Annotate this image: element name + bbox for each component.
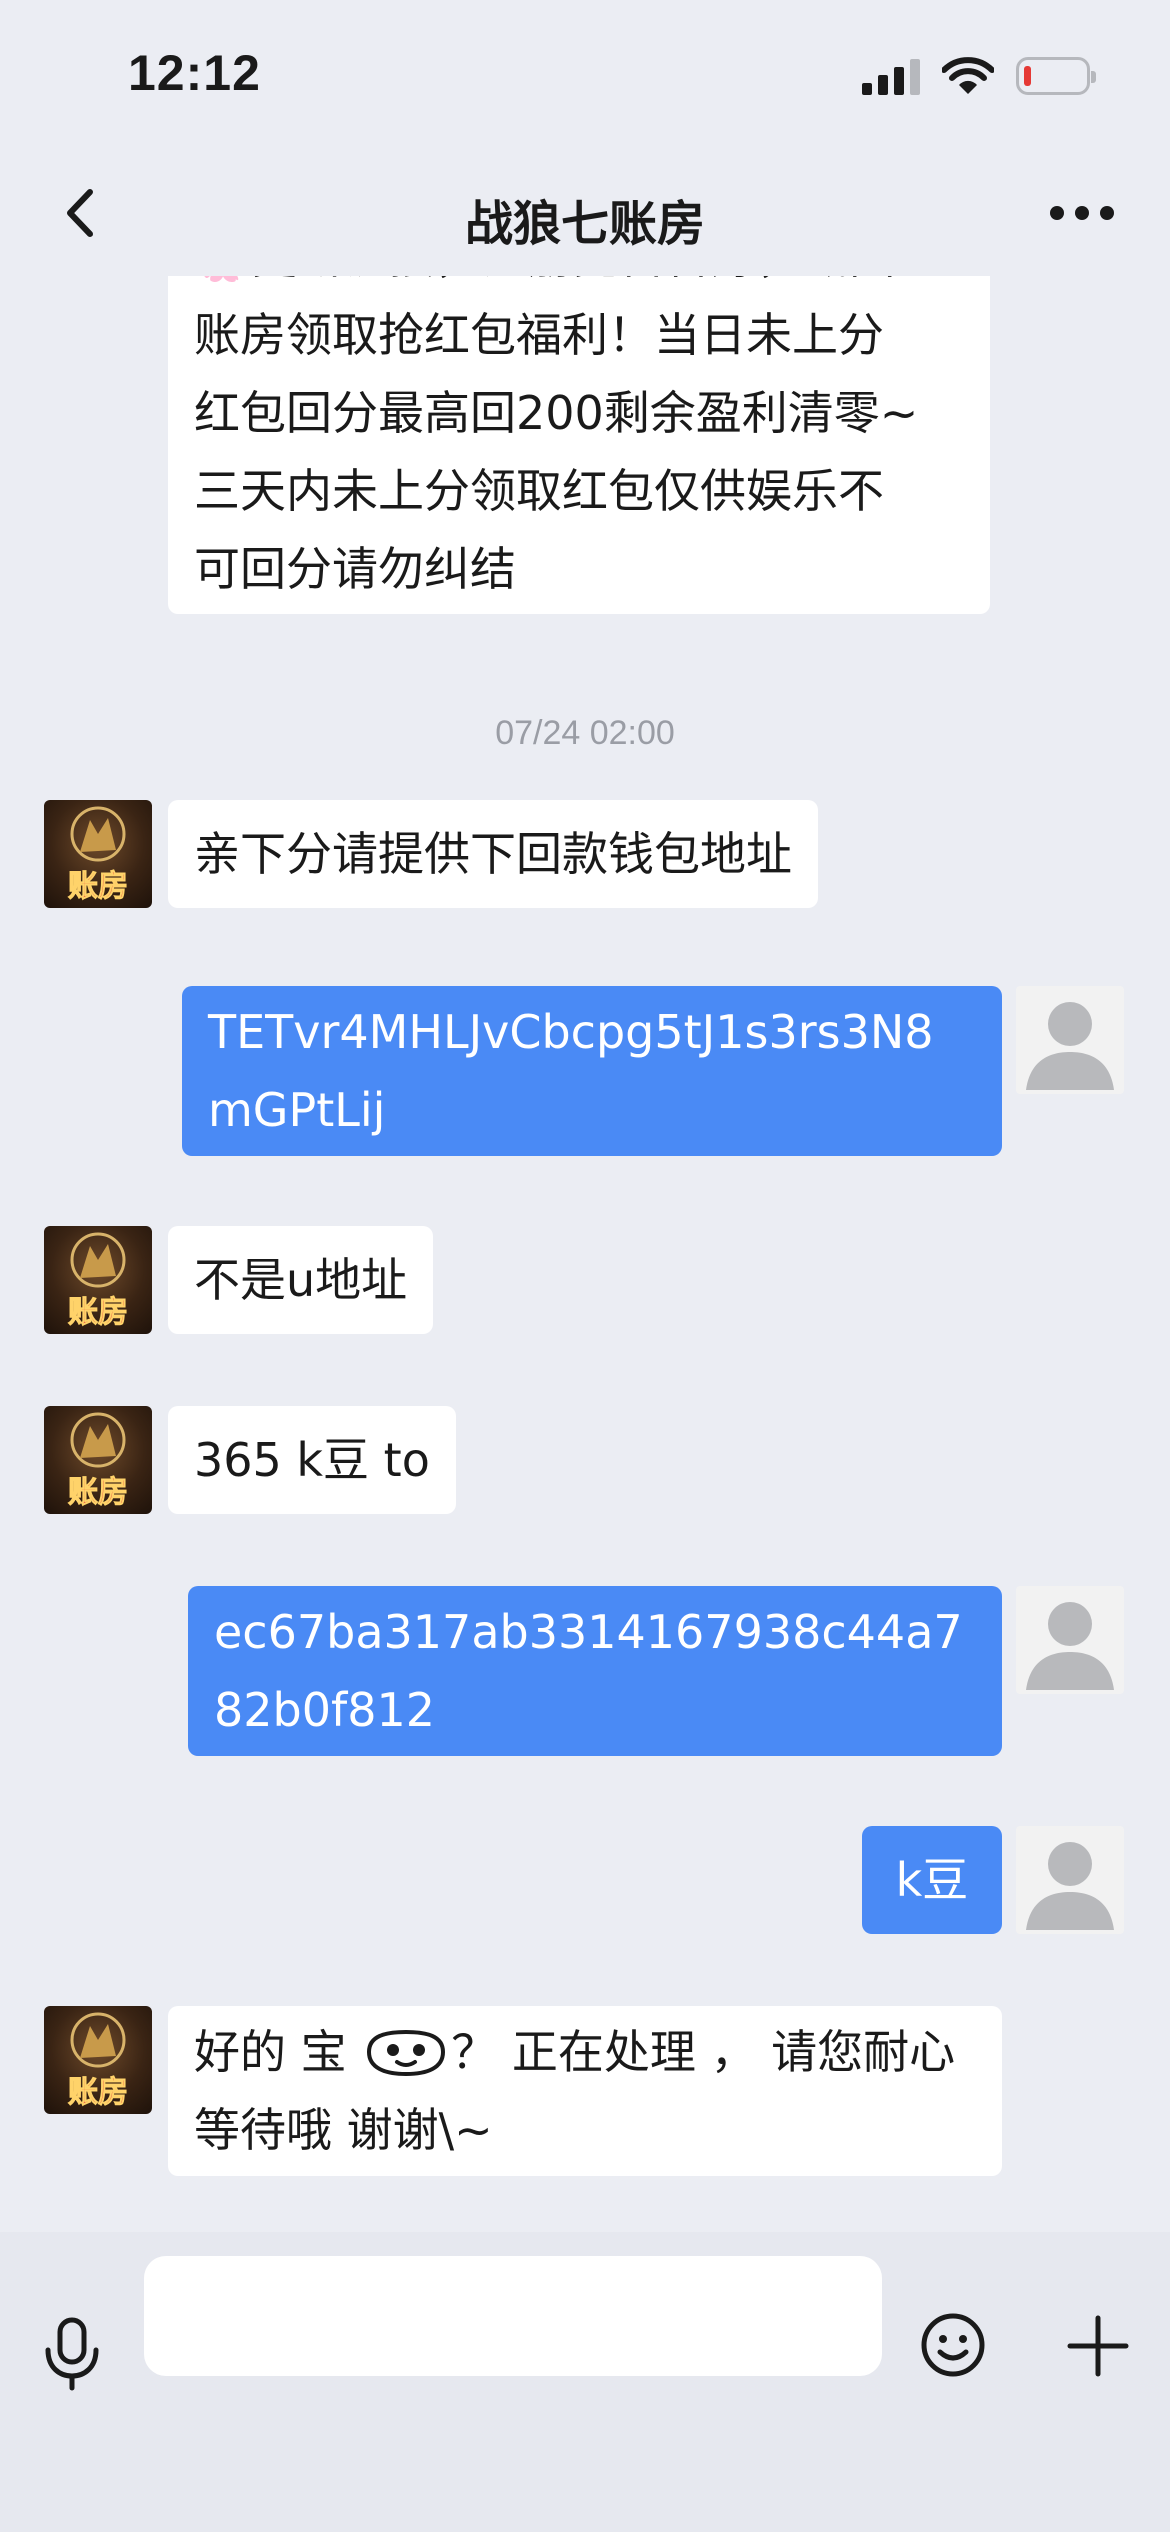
message-bubble-incoming[interactable]: 不是u地址 (168, 1226, 434, 1334)
message-bubble-incoming[interactable]: 365 k豆 to (168, 1406, 456, 1514)
cellular-signal-icon (862, 57, 920, 95)
navigation-bar: 战狼七账房 (0, 150, 1170, 276)
message-text-line: ec67ba317ab3314167938c44a7 (214, 1605, 963, 1659)
message-input[interactable] (144, 2256, 882, 2376)
message-timestamp: 07/24 02:00 (495, 714, 675, 752)
battery-level (1024, 66, 1031, 86)
message-text: 亲下分请提供下回款钱包地址 (194, 827, 792, 881)
message-text-line: TETvr4MHLJvCbcpg5tJ1s3rs3N8 (208, 1005, 934, 1059)
avatar-user[interactable] (1016, 986, 1124, 1094)
avatar-brand[interactable]: 账房 (44, 1226, 152, 1334)
message-text-line: 🌸更新链接，注册完留言好，截图 (194, 276, 964, 296)
brand-logo-icon: 账房 (68, 806, 129, 905)
message-text-line: 账房领取抢红包福利！当日未上分 (194, 308, 884, 362)
svg-text:账房: 账房 (68, 1475, 128, 1510)
message-bubble-outgoing[interactable]: TETvr4MHLJvCbcpg5tJ1s3rs3N8 mGPtLij (182, 986, 1002, 1156)
message-text-line: 可回分请勿纠结 (194, 542, 516, 596)
status-icons (862, 54, 1096, 98)
message-text-segment: 好的 宝 (194, 2025, 362, 2079)
status-time: 12:12 (128, 45, 261, 101)
message-bubble-incoming[interactable]: 亲下分请提供下回款钱包地址 (168, 800, 818, 908)
default-person-icon (1026, 1842, 1114, 1930)
message-text-line: mGPtLij (208, 1083, 386, 1137)
input-bar (0, 2232, 1170, 2532)
message-text-line: 等待哦 谢谢\~ (194, 2103, 493, 2157)
avatar-brand[interactable]: 账房 (44, 1406, 152, 1514)
message-text-line: 红包回分最高回200剩余盈利清零~ (194, 386, 919, 440)
brand-logo-icon: 账房 (68, 1232, 129, 1331)
brand-logo-icon: 账房 (68, 2012, 129, 2111)
avatar-user[interactable] (1016, 1826, 1124, 1934)
message-text: 365 k豆 to (194, 1433, 430, 1487)
smiley-icon[interactable] (920, 2312, 986, 2378)
grinning-face-icon (367, 2029, 446, 2077)
chat-screen: 12:12 战狼七账房 账房领取抢红包福利！当日未上分 红包回分最高回200剩余… (0, 0, 1170, 2532)
avatar-user[interactable] (1016, 1586, 1124, 1694)
message-text: 不是u地址 (194, 1253, 408, 1307)
avatar-brand[interactable]: 账房 (44, 2006, 152, 2114)
message-text-line: 好的 宝 ？ 正在处理 ， 请您耐心 (194, 2013, 976, 2091)
message-bubble-outgoing[interactable]: k豆 (862, 1826, 1002, 1934)
battery-icon (1016, 57, 1096, 95)
chat-title: 战狼七账房 (464, 196, 705, 252)
wifi-icon (942, 57, 994, 94)
message-bubble-outgoing[interactable]: ec67ba317ab3314167938c44a7 82b0f812 (188, 1586, 1002, 1756)
message-text-line: 三天内未上分领取红包仅供娱乐不 (194, 464, 884, 518)
message-bubble-incoming[interactable]: 🌸更新链接，注册完留言好，截图 账房领取抢红包福利！当日未上分 红包回分最高回2… (168, 276, 990, 614)
microphone-icon[interactable] (40, 2316, 104, 2392)
svg-text:账房: 账房 (68, 2075, 128, 2110)
plus-icon[interactable] (1064, 2312, 1132, 2380)
message-text: k豆 (895, 1853, 969, 1907)
message-text-line: 82b0f812 (214, 1683, 435, 1737)
default-person-icon (1026, 1602, 1114, 1690)
message-list[interactable]: 🌸更新链接，注册完留言好，截图 账房领取抢红包福利！当日未上分 红包回分最高回2… (0, 276, 1170, 2232)
avatar-brand[interactable]: 账房 (44, 800, 152, 908)
more-dots-icon[interactable] (1050, 198, 1114, 228)
svg-text:账房: 账房 (68, 869, 128, 904)
message-bubble-incoming[interactable]: 好的 宝 ？ 正在处理 ， 请您耐心 等待哦 谢谢\~ (168, 2006, 1002, 2176)
message-text-segment: ？ 正在处理 ， 请您耐心 (451, 2025, 956, 2079)
svg-text:账房: 账房 (68, 1295, 128, 1330)
default-person-icon (1026, 1002, 1114, 1090)
status-bar: 12:12 (0, 0, 1170, 150)
brand-logo-icon: 账房 (68, 1412, 129, 1511)
